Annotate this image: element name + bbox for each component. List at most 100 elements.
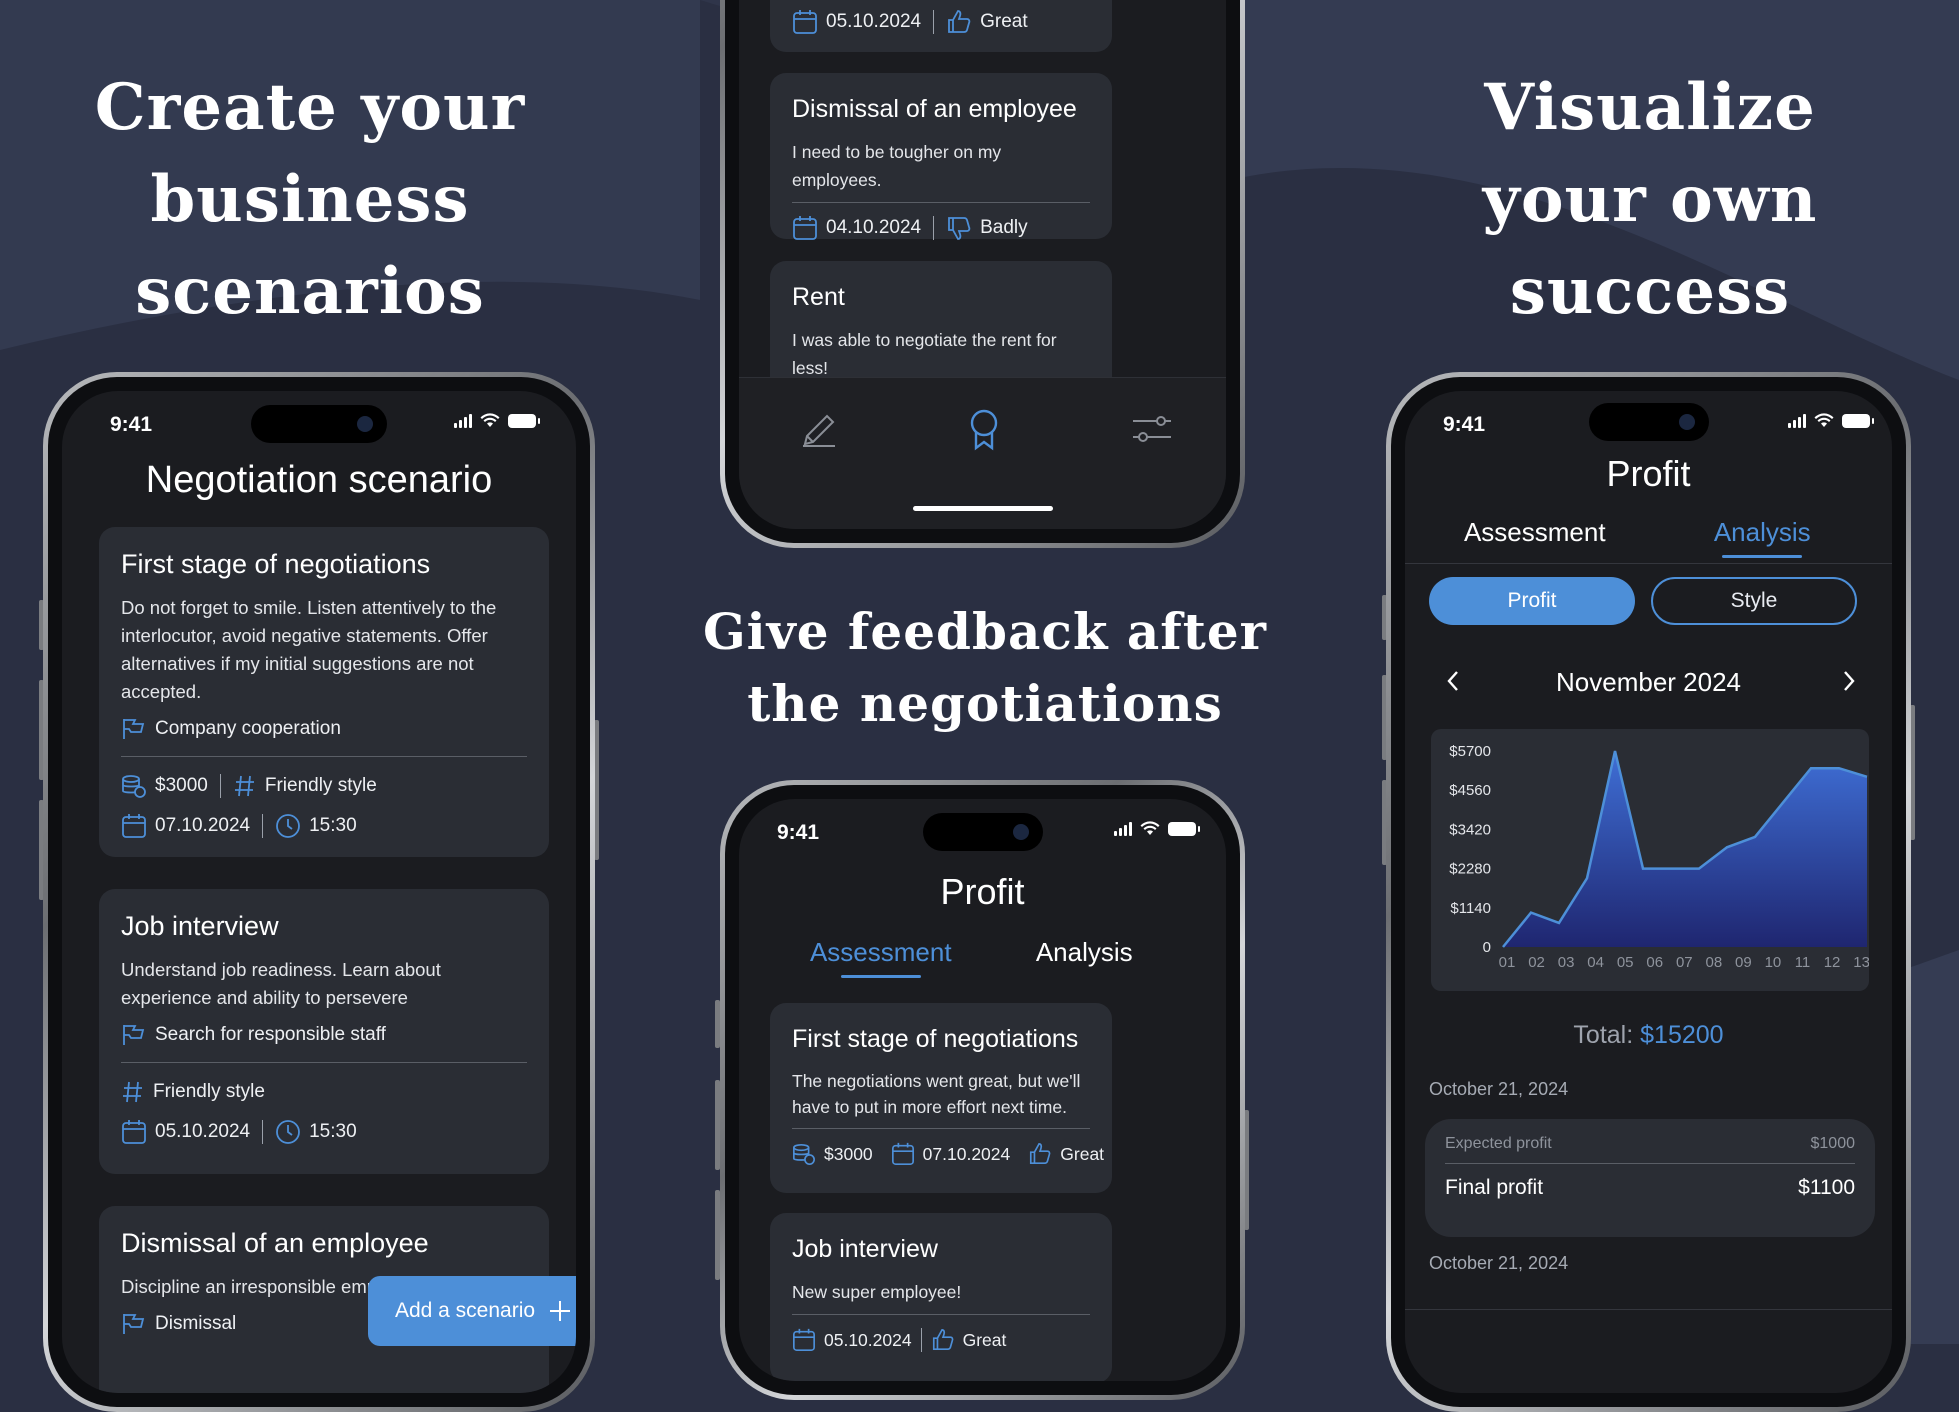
- expected-profit-value: $1000: [1810, 1135, 1856, 1152]
- profit-area-chart: $5700 $4560 $3420 $2280 $1140 0 01 02 03 04 05 06 07…: [1449, 743, 1870, 971]
- y-tick-label: $4560: [1449, 782, 1491, 799]
- headline-line: your own: [1482, 162, 1818, 237]
- x-tick-label: 13: [1853, 954, 1869, 971]
- y-tick-label: 0: [1483, 939, 1491, 956]
- card-title: First stage of negotiations: [792, 1025, 1079, 1053]
- expected-profit-label: Expected profit: [1445, 1135, 1552, 1152]
- feedback-card[interactable]: Dismissal of an employee I need to be to…: [770, 73, 1112, 240]
- phone-left: 9:41 Negotiation scenario First stage of…: [43, 372, 595, 1412]
- x-tick-label: 07: [1676, 954, 1693, 971]
- card-category: Dismissal: [155, 1313, 237, 1334]
- clock-icon: [276, 814, 300, 838]
- phone-right: 9:41 Profit Assessment Analysis Profit S…: [1386, 372, 1911, 1412]
- flag-icon: [123, 1025, 145, 1045]
- wifi-icon: [480, 413, 500, 427]
- card-rating: Great: [980, 11, 1028, 32]
- headline-line: the negotiations: [747, 674, 1223, 733]
- card-date: 07.10.2024: [922, 1143, 1011, 1164]
- tab-analysis[interactable]: Analysis: [1649, 517, 1877, 548]
- headline-visualize: Visualize your own success: [1400, 62, 1900, 338]
- plus-icon: [550, 1301, 571, 1321]
- status-bar: 9:41: [739, 799, 1226, 851]
- add-scenario-button[interactable]: Add a scenario: [368, 1276, 576, 1346]
- feedback-card[interactable]: Job interview New super employee! 05.10.…: [770, 1213, 1112, 1381]
- clock-icon: [276, 1120, 300, 1144]
- dynamic-island: [922, 813, 1043, 851]
- card-time: 15:30: [309, 815, 357, 836]
- dynamic-island: [1588, 403, 1709, 441]
- feedback-card[interactable]: First stage of negotiations The negotiat…: [770, 1003, 1112, 1193]
- card-date: 05.10.2024: [824, 1329, 912, 1350]
- x-tick-label: 04: [1587, 954, 1604, 971]
- card-title: Rent: [792, 283, 845, 311]
- entry-date: October 21, 2024: [1429, 1253, 1569, 1273]
- calendar-icon: [793, 1328, 815, 1351]
- headline-line: Visualize: [1484, 70, 1816, 145]
- y-tick-label: $1140: [1450, 900, 1491, 917]
- hashtag-icon: [123, 1081, 142, 1103]
- bottom-divider: [1405, 1309, 1892, 1310]
- tabs-divider: [1405, 563, 1892, 564]
- flag-icon: [123, 1314, 145, 1334]
- card-category: Company cooperation: [155, 718, 341, 739]
- card-text: The negotiations went great, but we'll h…: [792, 1071, 1081, 1117]
- card-title: Dismissal of an employee: [121, 1228, 429, 1258]
- card-title: Dismissal of an employee: [792, 95, 1077, 123]
- chevron-right-icon[interactable]: [1841, 669, 1857, 693]
- headline-line: scenarios: [135, 254, 485, 329]
- calendar-icon: [891, 1142, 914, 1165]
- battery-icon: [508, 413, 540, 428]
- calendar-icon: [122, 814, 146, 838]
- headline-line: success: [1509, 254, 1791, 329]
- settings-sliders-icon[interactable]: [1131, 412, 1173, 446]
- month-label: November 2024: [1556, 667, 1741, 697]
- y-tick-label: $2280: [1449, 861, 1491, 878]
- feedback-list-screen: 05.10.2024 Great Dismissal of an employe…: [739, 0, 1226, 529]
- series-area: [1503, 751, 1867, 947]
- profit-analysis-screen: 9:41 Profit Assessment Analysis Profit S…: [1405, 391, 1892, 1393]
- chart-panel: $5700 $4560 $3420 $2280 $1140 0 01 02 03 04 05 06 07…: [1431, 729, 1870, 991]
- calendar-icon: [793, 10, 817, 34]
- card-title: Job interview: [792, 1235, 938, 1263]
- card-text: Understand job readiness. Learn about ex…: [121, 959, 441, 1008]
- y-tick-label: $5700: [1449, 743, 1491, 760]
- card-style: Friendly style: [153, 1081, 265, 1102]
- card-rating: Great: [962, 1329, 1007, 1350]
- feedback-card[interactable]: 05.10.2024 Great: [770, 0, 1112, 52]
- thumbs-down-icon: [948, 217, 971, 240]
- scenario-card[interactable]: Job interview Understand job readiness. …: [99, 889, 549, 1174]
- card-date: 04.10.2024: [826, 217, 922, 238]
- card-date: 05.10.2024: [826, 11, 922, 32]
- final-profit-value: $1100: [1798, 1176, 1855, 1199]
- headline-line: business: [150, 162, 470, 237]
- toggle-profit[interactable]: Profit: [1429, 577, 1635, 625]
- battery-icon: [1168, 821, 1200, 836]
- profit-entry-card[interactable]: Expected profit $1000 Final profit $1100: [1425, 1119, 1875, 1237]
- x-tick-label: 02: [1528, 954, 1545, 971]
- tab-analysis[interactable]: Analysis: [983, 937, 1187, 968]
- phone-top: 05.10.2024 Great Dismissal of an employe…: [720, 0, 1245, 548]
- y-tick-label: $3420: [1449, 821, 1491, 838]
- toggle-style[interactable]: Style: [1651, 577, 1857, 625]
- tab-assessment[interactable]: Assessment: [779, 937, 983, 968]
- hashtag-icon: [234, 775, 254, 797]
- headline-line: Give feedback after: [702, 602, 1268, 661]
- card-category: Search for responsible staff: [155, 1024, 386, 1045]
- card-date: 07.10.2024: [155, 815, 251, 836]
- card-text: New super employee!: [792, 1282, 962, 1302]
- signal-icon: [454, 413, 472, 428]
- pen-icon[interactable]: [799, 410, 839, 450]
- card-style: Friendly style: [264, 775, 377, 796]
- thumbs-up-icon: [948, 10, 971, 33]
- total-row: Total: $15200: [1405, 1021, 1892, 1050]
- headline-create: Create your business scenarios: [60, 62, 560, 338]
- award-icon[interactable]: [967, 408, 1001, 452]
- card-rating: Badly: [980, 217, 1028, 238]
- tab-assessment[interactable]: Assessment: [1421, 517, 1649, 548]
- entry-date: October 21, 2024: [1429, 1079, 1569, 1099]
- scenario-card[interactable]: First stage of negotiations Do not forge…: [99, 527, 549, 857]
- calendar-icon: [122, 1120, 146, 1144]
- card-text: I was able to negotiate the rent for les…: [792, 330, 1057, 378]
- status-time: 9:41: [110, 413, 153, 436]
- x-tick-label: 10: [1765, 954, 1782, 971]
